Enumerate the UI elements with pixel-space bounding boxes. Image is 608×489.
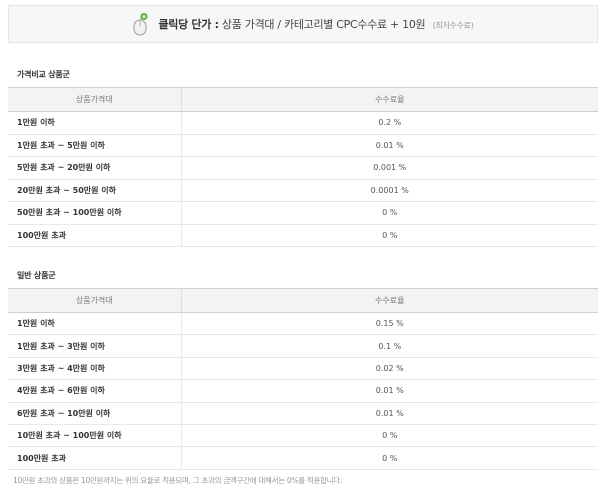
section-title-price-comparison: 가격비교 상품군 <box>17 70 70 79</box>
table-row: 100만원 초과 0 % <box>8 446 598 470</box>
price-range: 100만원 초과 <box>8 446 182 470</box>
section-title-general: 일반 상품군 <box>17 271 56 280</box>
price-range: 1만원 초과 ~ 3만원 이하 <box>8 334 182 358</box>
fee-rate: 0 % <box>181 224 598 247</box>
mouse-icon <box>133 12 149 36</box>
table-row: 1만원 초과 ~ 5만원 이하 0.01 % <box>8 134 598 157</box>
fee-rate: 0 % <box>181 424 598 448</box>
column-header-fee-rate: 수수료율 <box>181 87 598 112</box>
price-range: 10만원 초과 ~ 100만원 이하 <box>8 424 182 448</box>
table-row: 3만원 초과 ~ 4만원 이하 0.02 % <box>8 357 598 381</box>
price-range: 3만원 초과 ~ 4만원 이하 <box>8 357 182 381</box>
table-header-row: 상품가격대 수수료율 <box>8 87 598 112</box>
fee-rate: 0.1 % <box>181 334 598 358</box>
fee-table-price-comparison: 상품가격대 수수료율 1만원 이하 0.2 % 1만원 초과 ~ 5만원 이하 0.… <box>8 87 598 247</box>
price-range: 1만원 초과 ~ 5만원 이하 <box>8 134 182 157</box>
table-row: 20만원 초과 ~ 50만원 이하 0.0001 % <box>8 179 598 202</box>
banner-label: 클릭당 단가 : <box>158 18 219 31</box>
fee-rate: 0 % <box>181 201 598 225</box>
column-header-fee-rate: 수수료율 <box>181 288 598 313</box>
table-row: 50만원 초과 ~ 100만원 이하 0 % <box>8 201 598 225</box>
fee-rate: 0.01 % <box>181 402 598 425</box>
table-row: 10만원 초과 ~ 100만원 이하 0 % <box>8 424 598 448</box>
price-range: 100만원 초과 <box>8 224 182 247</box>
table-row: 1만원 초과 ~ 3만원 이하 0.1 % <box>8 334 598 358</box>
price-range: 50만원 초과 ~ 100만원 이하 <box>8 201 182 225</box>
fee-table-general: 상품가격대 수수료율 1만원 이하 0.15 % 1만원 초과 ~ 3만원 이하 0… <box>8 288 598 470</box>
fee-rate: 0.02 % <box>181 357 598 381</box>
banner-text: 클릭당 단가 : 상품 가격대 / 카테고리별 CPC수수료 + 10원 (최저… <box>158 16 473 32</box>
table-row: 5만원 초과 ~ 20만원 이하 0.001 % <box>8 156 598 180</box>
fee-rate: 0.0001 % <box>181 179 598 202</box>
banner-note: (최저수수료) <box>432 21 474 30</box>
fee-rate: 0.15 % <box>181 312 598 336</box>
table-row: 4만원 초과 ~ 6만원 이하 0.01 % <box>8 379 598 403</box>
price-range: 1만원 이하 <box>8 312 182 336</box>
table-row: 6만원 초과 ~ 10만원 이하 0.01 % <box>8 402 598 425</box>
price-range: 4만원 초과 ~ 6만원 이하 <box>8 379 182 403</box>
column-header-price-range: 상품가격대 <box>8 288 182 313</box>
cpc-banner: 클릭당 단가 : 상품 가격대 / 카테고리별 CPC수수료 + 10원 (최저… <box>8 5 598 43</box>
price-range: 1만원 이하 <box>8 111 182 135</box>
table-row: 1만원 이하 0.15 % <box>8 312 598 336</box>
price-range: 6만원 초과 ~ 10만원 이하 <box>8 402 182 425</box>
fee-rate: 0.001 % <box>181 156 598 180</box>
banner-formula: 상품 가격대 / 카테고리별 CPC수수료 + 10원 <box>221 18 426 31</box>
table-row: 100만원 초과 0 % <box>8 224 598 247</box>
fee-rate: 0.01 % <box>181 134 598 157</box>
table-header-row: 상품가격대 수수료율 <box>8 288 598 313</box>
column-header-price-range: 상품가격대 <box>8 87 182 112</box>
fee-rate: 0.01 % <box>181 379 598 403</box>
fee-rate: 0 % <box>181 446 598 470</box>
footnote: 10만원 초과의 상품은 10만원까지는 위의 요율로 적용되며, 그 초과의 … <box>13 476 342 485</box>
table-row: 1만원 이하 0.2 % <box>8 111 598 135</box>
fee-rate: 0.2 % <box>181 111 598 135</box>
price-range: 5만원 초과 ~ 20만원 이하 <box>8 156 182 180</box>
price-range: 20만원 초과 ~ 50만원 이하 <box>8 179 182 202</box>
